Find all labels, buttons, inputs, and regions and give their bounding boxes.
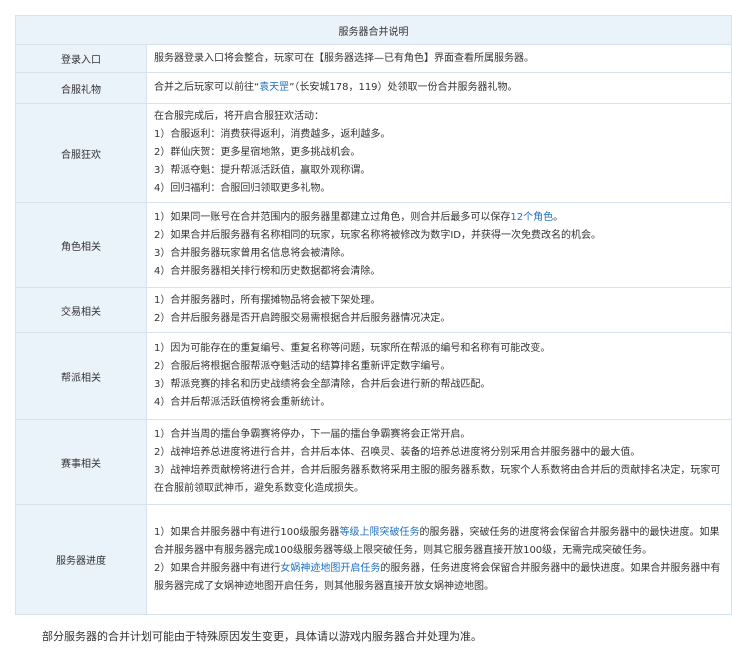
text-segment: 2）如果合并后服务器有名称相同的玩家，玩家名称将被修改为数字ID，并获得一次免费… (154, 230, 602, 241)
table-row: 赛事相关 1）合并当周的擂台争霸赛将停办，下一届的擂台争霸赛将会正常开启。 2）战神… (15, 419, 732, 505)
text-segment: 4）合并服务器相关排行榜和历史数据都将会清除。 (154, 266, 381, 277)
content-line: 2）合服后将根据合服帮派夺魁活动的结算排名重新评定数字编号。 (154, 358, 723, 376)
table-row: 合服礼物 合并之后玩家可以前往“袁天罡”（长安城178，119）处领取一份合并服务… (15, 72, 732, 104)
row-content: 1）合并当周的擂台争霸赛将停办，下一届的擂台争霸赛将会正常开启。 2）战神培养总进… (146, 419, 732, 505)
content-line: 1）合服返利：消费获得返利，消费越多，返利越多。 (154, 126, 723, 144)
table-title-row: 服务器合并说明 (15, 15, 732, 45)
server-merge-table: 服务器合并说明 登录入口 服务器登录入口将会整合，玩家可在【服务器选择—已有角色】… (15, 15, 732, 615)
row-content: 1）如果合并服务器中有进行100级服务器等级上限突破任务的服务器，突破任务的进度… (146, 504, 732, 615)
content-line: 3）战神培养贡献榜将进行合并，合并后服务器系数将采用主服的服务器系数，玩家个人系… (154, 462, 723, 498)
table-title: 服务器合并说明 (15, 15, 732, 45)
text-segment: 2）群仙庆贺：更多星宿地煞，更多挑战机会。 (154, 147, 361, 158)
content-line: 1）因为可能存在的重复编号、重复名称等问题，玩家所在帮派的编号和名称有可能改变。 (154, 340, 723, 358)
row-label: 帮派相关 (15, 332, 147, 420)
text-segment: 2）如果合并服务器中有进行 (154, 562, 281, 574)
row-label: 赛事相关 (15, 419, 147, 505)
table-row: 帮派相关 1）因为可能存在的重复编号、重复名称等问题，玩家所在帮派的编号和名称有可… (15, 332, 732, 420)
content-line: 服务器登录入口将会整合，玩家可在【服务器选择—已有角色】界面查看所属服务器。 (154, 50, 723, 68)
row-content: 在合服完成后，将开启合服狂欢活动： 1）合服返利：消费获得返利，消费越多，返利越多… (146, 103, 732, 203)
content-line: 2）合并后服务器是否开启跨服交易需根据合并后服务器情况决定。 (154, 310, 723, 328)
content-line: 合并之后玩家可以前往“袁天罡”（长安城178，119）处领取一份合并服务器礼物。 (154, 79, 723, 97)
text-segment: 2）合并后服务器是否开启跨服交易需根据合并后服务器情况决定。 (154, 313, 451, 324)
text-segment: 3）战神培养贡献榜将进行合并，合并后服务器系数将采用主服的服务器系数，玩家个人系… (154, 465, 721, 494)
text-segment: 合并之后玩家可以前往“ (154, 82, 260, 93)
row-label: 角色相关 (15, 202, 147, 288)
content-line: 3）帮派夺魁：提升帮派活跃值，赢取外观称谓。 (154, 162, 723, 180)
text-segment: ”（长安城178，119）处领取一份合并服务器礼物。 (289, 82, 518, 93)
row-label: 合服礼物 (15, 72, 147, 104)
text-segment: 2）合服后将根据合服帮派夺魁活动的结算排名重新评定数字编号。 (154, 361, 451, 372)
table-row: 角色相关 1）如果同一账号在合并范围内的服务器里都建立过角色，则合并后最多可以保存… (15, 202, 732, 288)
content-line: 1）如果同一账号在合并范围内的服务器里都建立过角色，则合并后最多可以保存12个角… (154, 209, 723, 227)
content-line: 4）合并后帮派活跃值榜将会重新统计。 (154, 394, 723, 412)
text-segment: 2）战神培养总进度将进行合并，合并后本体、召唤灵、装备的培养总进度将分别采用合并… (154, 447, 641, 458)
content-line: 1）如果合并服务器中有进行100级服务器等级上限突破任务的服务器，突破任务的进度… (154, 524, 723, 560)
text-segment: 。 (553, 212, 564, 223)
content-line: 2）如果合并后服务器有名称相同的玩家，玩家名称将被修改为数字ID，并获得一次免费… (154, 227, 723, 245)
row-content: 1）合并服务器时，所有摆摊物品将会被下架处理。 2）合并后服务器是否开启跨服交易需… (146, 287, 732, 333)
text-segment: 1）如果同一账号在合并范围内的服务器里都建立过角色，则合并后最多可以保存 (154, 212, 511, 223)
content-line: 1）合并当周的擂台争霸赛将停办，下一届的擂台争霸赛将会正常开启。 (154, 426, 723, 444)
text-segment: 4）回归福利：合服回归领取更多礼物。 (154, 183, 331, 194)
footnote: 部分服务器的合并计划可能由于特殊原因发生变更，具体请以游戏内服务器合并处理为准。 (42, 630, 482, 643)
text-segment: 1）如果合并服务器中有进行100级服务器 (154, 526, 340, 538)
row-content: 1）如果同一账号在合并范围内的服务器里都建立过角色，则合并后最多可以保存12个角… (146, 202, 732, 288)
row-content: 1）因为可能存在的重复编号、重复名称等问题，玩家所在帮派的编号和名称有可能改变。… (146, 332, 732, 420)
content-line: 2）群仙庆贺：更多星宿地煞，更多挑战机会。 (154, 144, 723, 162)
row-label: 交易相关 (15, 287, 147, 333)
text-segment: 在合服完成后，将开启合服狂欢活动： (154, 111, 324, 122)
table-row: 交易相关 1）合并服务器时，所有摆摊物品将会被下架处理。 2）合并后服务器是否开启跨… (15, 287, 732, 333)
text-segment: 1）因为可能存在的重复编号、重复名称等问题，玩家所在帮派的编号和名称有可能改变。 (154, 343, 551, 354)
table-body: 服务器合并说明 登录入口 服务器登录入口将会整合，玩家可在【服务器选择—已有角色】… (15, 15, 732, 615)
highlight-link[interactable]: 等级上限突破任务 (339, 527, 419, 538)
content-line: 3）帮派竞赛的排名和历史战绩将会全部清除，合并后会进行新的帮战匹配。 (154, 376, 723, 394)
highlight-link[interactable]: 袁天罡 (259, 82, 289, 93)
content-line: 在合服完成后，将开启合服狂欢活动： (154, 108, 723, 126)
row-label: 服务器进度 (15, 504, 147, 615)
text-segment: 1）合服返利：消费获得返利，消费越多，返利越多。 (154, 129, 391, 140)
text-segment: 4）合并后帮派活跃值榜将会重新统计。 (154, 397, 331, 408)
text-segment: 3）帮派竞赛的排名和历史战绩将会全部清除，合并后会进行新的帮战匹配。 (154, 379, 491, 390)
table-row: 合服狂欢 在合服完成后，将开启合服狂欢活动： 1）合服返利：消费获得返利，消费越多，… (15, 103, 732, 203)
highlight-link[interactable]: 女娲神迹地图开启任务 (280, 563, 380, 574)
text-segment: 3）帮派夺魁：提升帮派活跃值，赢取外观称谓。 (154, 165, 371, 176)
text-segment: 服务器登录入口将会整合，玩家可在【服务器选择—已有角色】界面查看所属服务器。 (154, 52, 534, 64)
table-row: 服务器进度 1）如果合并服务器中有进行100级服务器等级上限突破任务的服务器，突破… (15, 504, 732, 615)
content-line: 4）合并服务器相关排行榜和历史数据都将会清除。 (154, 263, 723, 281)
text-segment: 1）合并服务器时，所有摆摊物品将会被下架处理。 (154, 295, 381, 306)
row-content: 合并之后玩家可以前往“袁天罡”（长安城178，119）处领取一份合并服务器礼物。 (146, 72, 732, 104)
content-line: 2）如果合并服务器中有进行女娲神迹地图开启任务的服务器，任务进度将会保留合并服务… (154, 560, 723, 596)
content-line: 1）合并服务器时，所有摆摊物品将会被下架处理。 (154, 292, 723, 310)
text-segment: 1）合并当周的擂台争霸赛将停办，下一届的擂台争霸赛将会正常开启。 (154, 429, 471, 440)
row-content: 服务器登录入口将会整合，玩家可在【服务器选择—已有角色】界面查看所属服务器。 (146, 44, 732, 73)
content-line: 2）战神培养总进度将进行合并，合并后本体、召唤灵、装备的培养总进度将分别采用合并… (154, 444, 723, 462)
table-row: 登录入口 服务器登录入口将会整合，玩家可在【服务器选择—已有角色】界面查看所属服务… (15, 44, 732, 73)
highlight-link[interactable]: 12个角色 (510, 212, 553, 223)
text-segment: 3）合并服务器玩家曾用名信息将会被清除。 (154, 248, 351, 259)
row-label: 合服狂欢 (15, 103, 147, 203)
content-line: 3）合并服务器玩家曾用名信息将会被清除。 (154, 245, 723, 263)
content-line: 4）回归福利：合服回归领取更多礼物。 (154, 180, 723, 198)
row-label: 登录入口 (15, 44, 147, 73)
